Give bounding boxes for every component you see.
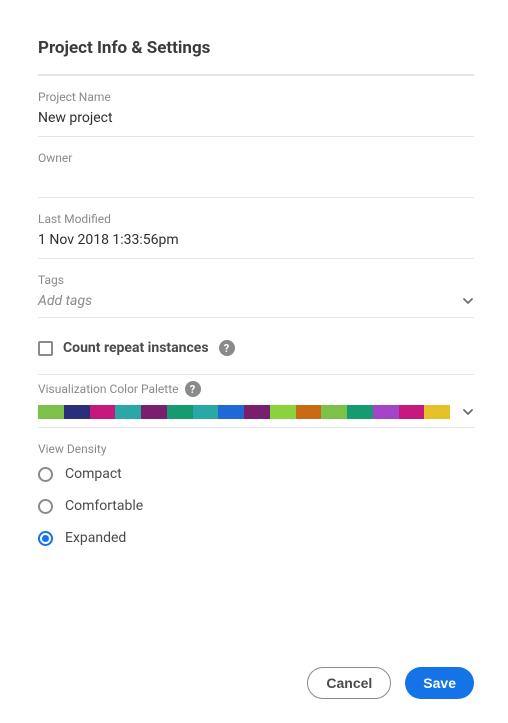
field-last-modified: Last Modified 1 Nov 2018 1:33:56pm	[38, 212, 474, 259]
radio-button[interactable]	[38, 499, 53, 514]
radio-label: Compact	[65, 466, 122, 482]
palette-swatch	[244, 405, 270, 419]
field-owner: Owner	[38, 151, 474, 198]
radio-button[interactable]	[38, 467, 53, 482]
palette-swatch	[373, 405, 399, 419]
divider	[38, 197, 474, 198]
divider	[38, 427, 474, 428]
radio-button[interactable]	[38, 531, 53, 546]
tags-label: Tags	[38, 273, 474, 287]
count-repeat-label: Count repeat instances	[63, 340, 209, 356]
palette-swatch	[115, 405, 141, 419]
header-divider	[38, 74, 474, 76]
view-density-option-expanded[interactable]: Expanded	[38, 530, 474, 546]
field-palette: Visualization Color Palette ?	[38, 381, 474, 428]
tags-input[interactable]: Add tags	[38, 293, 474, 309]
tags-placeholder: Add tags	[38, 293, 92, 309]
last-modified-label: Last Modified	[38, 212, 474, 226]
color-palette-select[interactable]	[38, 405, 450, 419]
count-repeat-row[interactable]: Count repeat instances ?	[38, 340, 474, 356]
help-icon[interactable]: ?	[219, 340, 235, 356]
radio-label: Comfortable	[65, 498, 143, 514]
palette-swatch	[167, 405, 193, 419]
palette-swatch	[321, 405, 347, 419]
chevron-down-icon	[462, 295, 474, 307]
palette-swatch	[270, 405, 296, 419]
palette-swatch	[399, 405, 425, 419]
project-name-input[interactable]: New project	[38, 110, 474, 128]
view-density-option-comfortable[interactable]: Comfortable	[38, 498, 474, 514]
help-icon[interactable]: ?	[185, 381, 201, 397]
field-project-name: Project Name New project	[38, 90, 474, 137]
page-title: Project Info & Settings	[38, 38, 474, 58]
save-button[interactable]: Save	[405, 667, 474, 699]
palette-swatch	[64, 405, 90, 419]
divider	[38, 258, 474, 259]
view-density-option-compact[interactable]: Compact	[38, 466, 474, 482]
project-name-label: Project Name	[38, 90, 474, 104]
palette-swatch	[38, 405, 64, 419]
view-density-label: View Density	[38, 442, 474, 456]
view-density-group: Compact Comfortable Expanded	[38, 466, 474, 546]
palette-swatch	[347, 405, 373, 419]
palette-swatch	[218, 405, 244, 419]
radio-label: Expanded	[65, 530, 126, 546]
chevron-down-icon[interactable]	[462, 406, 474, 418]
palette-label: Visualization Color Palette ?	[38, 381, 474, 397]
palette-swatch	[296, 405, 322, 419]
cancel-button[interactable]: Cancel	[307, 667, 391, 699]
owner-label: Owner	[38, 151, 474, 165]
field-tags: Tags Add tags	[38, 273, 474, 318]
palette-swatch	[193, 405, 219, 419]
field-view-density: View Density Compact Comfortable Expanded	[38, 442, 474, 546]
divider	[38, 374, 474, 375]
divider	[38, 317, 474, 318]
dialog-footer: Cancel Save	[307, 667, 474, 699]
divider	[38, 136, 474, 137]
palette-swatch	[141, 405, 167, 419]
palette-swatch	[90, 405, 116, 419]
last-modified-value: 1 Nov 2018 1:33:56pm	[38, 232, 474, 250]
owner-value	[38, 171, 474, 189]
palette-swatch	[424, 405, 450, 419]
count-repeat-checkbox[interactable]	[38, 341, 53, 356]
